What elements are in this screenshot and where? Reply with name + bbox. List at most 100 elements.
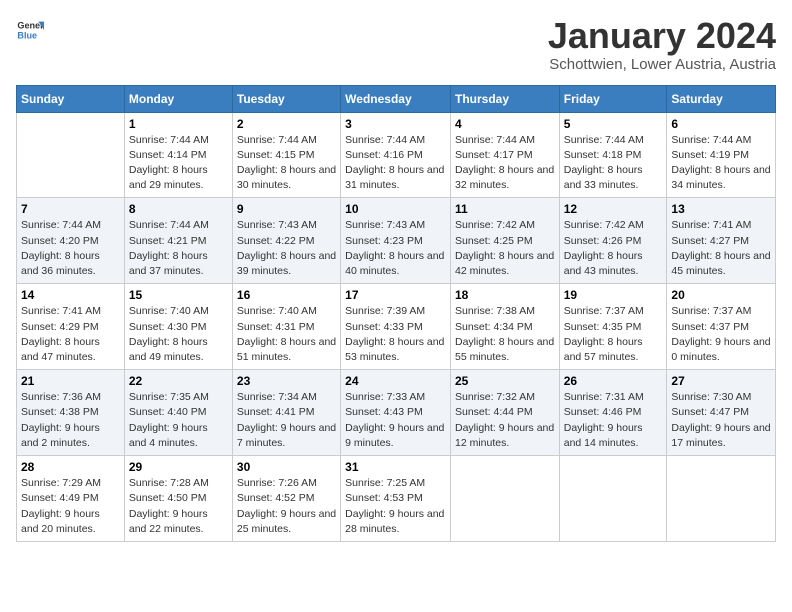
day-number: 1: [129, 117, 228, 131]
day-info: Sunrise: 7:42 AMSunset: 4:26 PMDaylight:…: [564, 218, 663, 279]
calendar-cell: [667, 456, 776, 542]
column-header-saturday: Saturday: [667, 85, 776, 112]
day-info: Sunrise: 7:35 AMSunset: 4:40 PMDaylight:…: [129, 390, 228, 451]
day-number: 10: [345, 202, 446, 216]
day-number: 23: [237, 374, 336, 388]
calendar-cell: 28 Sunrise: 7:29 AMSunset: 4:49 PMDayligh…: [17, 456, 125, 542]
day-info: Sunrise: 7:30 AMSunset: 4:47 PMDaylight:…: [671, 390, 771, 451]
day-info: Sunrise: 7:29 AMSunset: 4:49 PMDaylight:…: [21, 476, 120, 537]
calendar-header-row: SundayMondayTuesdayWednesdayThursdayFrid…: [17, 85, 776, 112]
calendar-cell: 1 Sunrise: 7:44 AMSunset: 4:14 PMDaylight…: [124, 112, 232, 198]
calendar-week-row: 1 Sunrise: 7:44 AMSunset: 4:14 PMDaylight…: [17, 112, 776, 198]
column-header-sunday: Sunday: [17, 85, 125, 112]
day-info: Sunrise: 7:40 AMSunset: 4:30 PMDaylight:…: [129, 304, 228, 365]
day-info: Sunrise: 7:42 AMSunset: 4:25 PMDaylight:…: [455, 218, 555, 279]
day-info: Sunrise: 7:43 AMSunset: 4:22 PMDaylight:…: [237, 218, 336, 279]
day-number: 2: [237, 117, 336, 131]
day-info: Sunrise: 7:37 AMSunset: 4:35 PMDaylight:…: [564, 304, 663, 365]
day-info: Sunrise: 7:26 AMSunset: 4:52 PMDaylight:…: [237, 476, 336, 537]
day-info: Sunrise: 7:44 AMSunset: 4:21 PMDaylight:…: [129, 218, 228, 279]
day-number: 20: [671, 288, 771, 302]
svg-text:Blue: Blue: [17, 30, 37, 40]
calendar-cell: 16 Sunrise: 7:40 AMSunset: 4:31 PMDayligh…: [232, 284, 340, 370]
day-number: 16: [237, 288, 336, 302]
calendar-cell: 6 Sunrise: 7:44 AMSunset: 4:19 PMDaylight…: [667, 112, 776, 198]
calendar-cell: [17, 112, 125, 198]
day-info: Sunrise: 7:28 AMSunset: 4:50 PMDaylight:…: [129, 476, 228, 537]
day-number: 11: [455, 202, 555, 216]
calendar-cell: 31 Sunrise: 7:25 AMSunset: 4:53 PMDayligh…: [341, 456, 451, 542]
day-number: 27: [671, 374, 771, 388]
calendar-cell: 4 Sunrise: 7:44 AMSunset: 4:17 PMDaylight…: [450, 112, 559, 198]
calendar-cell: 18 Sunrise: 7:38 AMSunset: 4:34 PMDayligh…: [450, 284, 559, 370]
day-number: 4: [455, 117, 555, 131]
day-number: 13: [671, 202, 771, 216]
calendar-cell: 10 Sunrise: 7:43 AMSunset: 4:23 PMDayligh…: [341, 198, 451, 284]
day-info: Sunrise: 7:40 AMSunset: 4:31 PMDaylight:…: [237, 304, 336, 365]
calendar-cell: 30 Sunrise: 7:26 AMSunset: 4:52 PMDayligh…: [232, 456, 340, 542]
day-info: Sunrise: 7:25 AMSunset: 4:53 PMDaylight:…: [345, 476, 446, 537]
day-info: Sunrise: 7:34 AMSunset: 4:41 PMDaylight:…: [237, 390, 336, 451]
day-number: 7: [21, 202, 120, 216]
month-title: January 2024: [548, 16, 776, 56]
day-number: 26: [564, 374, 663, 388]
day-number: 30: [237, 460, 336, 474]
day-number: 5: [564, 117, 663, 131]
day-number: 28: [21, 460, 120, 474]
day-number: 19: [564, 288, 663, 302]
day-number: 22: [129, 374, 228, 388]
column-header-friday: Friday: [559, 85, 667, 112]
day-info: Sunrise: 7:44 AMSunset: 4:20 PMDaylight:…: [21, 218, 120, 279]
calendar-week-row: 28 Sunrise: 7:29 AMSunset: 4:49 PMDayligh…: [17, 456, 776, 542]
day-info: Sunrise: 7:38 AMSunset: 4:34 PMDaylight:…: [455, 304, 555, 365]
calendar-cell: 17 Sunrise: 7:39 AMSunset: 4:33 PMDayligh…: [341, 284, 451, 370]
calendar-cell: 20 Sunrise: 7:37 AMSunset: 4:37 PMDayligh…: [667, 284, 776, 370]
day-number: 17: [345, 288, 446, 302]
day-number: 8: [129, 202, 228, 216]
calendar-cell: 13Sunrise: 7:41 AMSunset: 4:27 PMDayligh…: [667, 198, 776, 284]
calendar-cell: 23 Sunrise: 7:34 AMSunset: 4:41 PMDayligh…: [232, 370, 340, 456]
column-header-tuesday: Tuesday: [232, 85, 340, 112]
calendar-cell: 11 Sunrise: 7:42 AMSunset: 4:25 PMDayligh…: [450, 198, 559, 284]
column-header-wednesday: Wednesday: [341, 85, 451, 112]
day-info: Sunrise: 7:36 AMSunset: 4:38 PMDaylight:…: [21, 390, 120, 451]
day-info: Sunrise: 7:39 AMSunset: 4:33 PMDaylight:…: [345, 304, 446, 365]
calendar-cell: [559, 456, 667, 542]
calendar-table: SundayMondayTuesdayWednesdayThursdayFrid…: [16, 85, 776, 542]
calendar-cell: 21 Sunrise: 7:36 AMSunset: 4:38 PMDayligh…: [17, 370, 125, 456]
calendar-cell: 7 Sunrise: 7:44 AMSunset: 4:20 PMDaylight…: [17, 198, 125, 284]
day-info: Sunrise: 7:44 AMSunset: 4:18 PMDaylight:…: [564, 133, 663, 194]
calendar-cell: 26Sunrise: 7:31 AMSunset: 4:46 PMDayligh…: [559, 370, 667, 456]
calendar-cell: 12 Sunrise: 7:42 AMSunset: 4:26 PMDayligh…: [559, 198, 667, 284]
day-info: Sunrise: 7:32 AMSunset: 4:44 PMDaylight:…: [455, 390, 555, 451]
calendar-cell: 5 Sunrise: 7:44 AMSunset: 4:18 PMDaylight…: [559, 112, 667, 198]
day-info: Sunrise: 7:33 AMSunset: 4:43 PMDaylight:…: [345, 390, 446, 451]
day-info: Sunrise: 7:44 AMSunset: 4:19 PMDaylight:…: [671, 133, 771, 194]
day-info: Sunrise: 7:43 AMSunset: 4:23 PMDaylight:…: [345, 218, 446, 279]
day-info: Sunrise: 7:37 AMSunset: 4:37 PMDaylight:…: [671, 304, 771, 365]
calendar-cell: 25Sunrise: 7:32 AMSunset: 4:44 PMDayligh…: [450, 370, 559, 456]
day-number: 6: [671, 117, 771, 131]
calendar-body: 1 Sunrise: 7:44 AMSunset: 4:14 PMDaylight…: [17, 112, 776, 541]
day-number: 31: [345, 460, 446, 474]
title-block: January 2024 Schottwien, Lower Austria, …: [548, 16, 776, 73]
calendar-week-row: 14Sunrise: 7:41 AMSunset: 4:29 PMDayligh…: [17, 284, 776, 370]
column-header-monday: Monday: [124, 85, 232, 112]
day-info: Sunrise: 7:44 AMSunset: 4:17 PMDaylight:…: [455, 133, 555, 194]
day-number: 9: [237, 202, 336, 216]
calendar-cell: 3Sunrise: 7:44 AMSunset: 4:16 PMDaylight…: [341, 112, 451, 198]
day-number: 12: [564, 202, 663, 216]
day-number: 29: [129, 460, 228, 474]
logo: General Blue: [16, 16, 44, 44]
day-number: 14: [21, 288, 120, 302]
calendar-cell: 2Sunrise: 7:44 AMSunset: 4:15 PMDaylight…: [232, 112, 340, 198]
calendar-cell: [450, 456, 559, 542]
calendar-cell: 8 Sunrise: 7:44 AMSunset: 4:21 PMDaylight…: [124, 198, 232, 284]
calendar-week-row: 7 Sunrise: 7:44 AMSunset: 4:20 PMDaylight…: [17, 198, 776, 284]
day-info: Sunrise: 7:44 AMSunset: 4:14 PMDaylight:…: [129, 133, 228, 194]
logo-icon: General Blue: [16, 16, 44, 44]
day-number: 15: [129, 288, 228, 302]
day-number: 21: [21, 374, 120, 388]
day-number: 18: [455, 288, 555, 302]
calendar-cell: 24Sunrise: 7:33 AMSunset: 4:43 PMDayligh…: [341, 370, 451, 456]
